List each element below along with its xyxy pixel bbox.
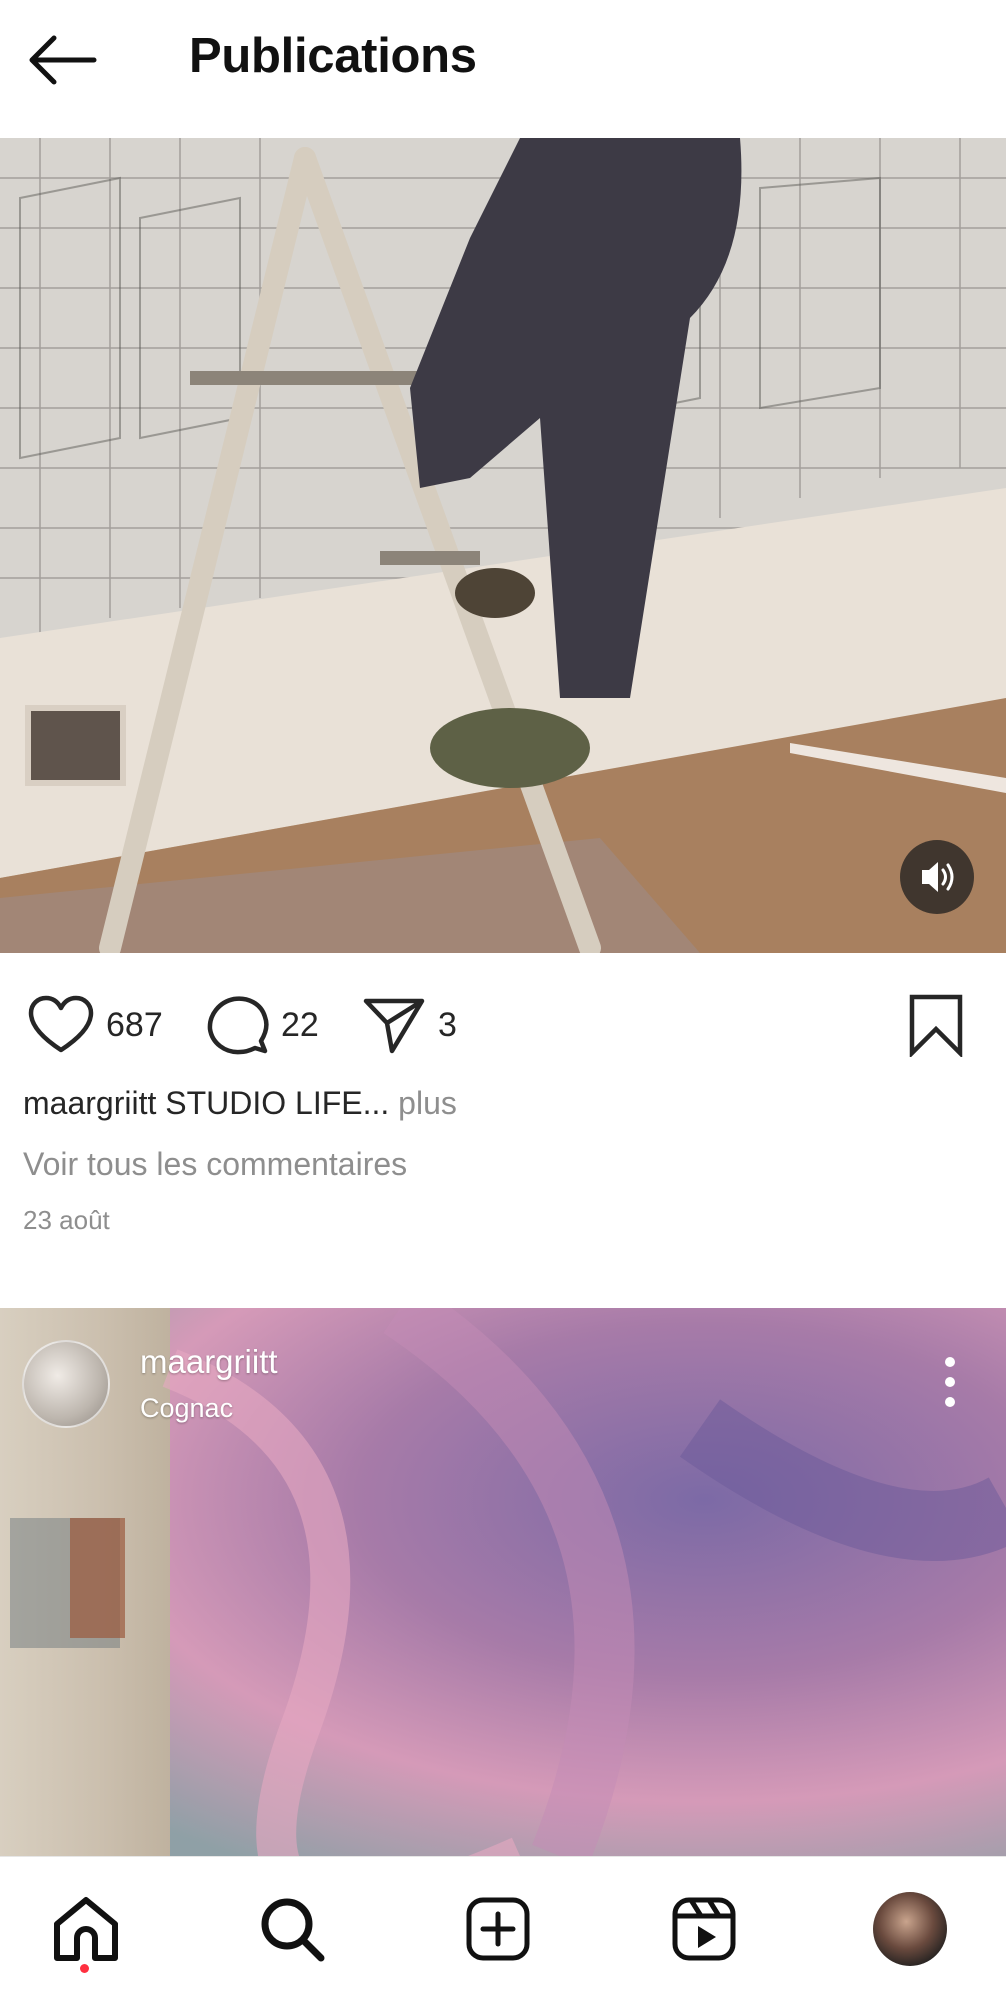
home-icon — [54, 1897, 118, 1961]
nav-search[interactable] — [252, 1889, 332, 1969]
paper-plane-icon — [363, 998, 425, 1054]
comment-button[interactable]: 22 — [205, 993, 319, 1057]
profile-avatar — [873, 1892, 947, 1966]
view-all-comments-link[interactable]: Voir tous les commentaires — [23, 1146, 407, 1183]
like-button[interactable]: 687 — [28, 993, 163, 1057]
comment-bubble-icon — [207, 996, 269, 1055]
caption-text: STUDIO LIFE... — [165, 1085, 390, 1121]
nav-profile[interactable] — [870, 1889, 950, 1969]
caption-username[interactable]: maargriitt — [23, 1085, 156, 1121]
post2-painting — [10, 1308, 1006, 1856]
video-frame — [0, 138, 1006, 953]
post2-more-button[interactable] — [930, 1350, 970, 1414]
post-date: 23 août — [23, 1205, 110, 1235]
nav-home[interactable] — [46, 1889, 126, 1969]
post2-media[interactable] — [0, 1308, 1006, 1856]
share-button[interactable]: 3 — [362, 993, 457, 1057]
nav-reels[interactable] — [664, 1889, 744, 1969]
caption-more-link[interactable]: plus — [398, 1085, 457, 1121]
shares-count: 3 — [438, 1005, 457, 1044]
reels-icon — [672, 1897, 736, 1961]
notification-dot — [80, 1964, 89, 1973]
post2-avatar[interactable] — [22, 1340, 110, 1428]
back-button[interactable] — [24, 30, 100, 90]
post-video[interactable] — [0, 138, 1006, 953]
page-title: Publications — [189, 29, 477, 83]
save-button[interactable] — [904, 993, 968, 1059]
search-icon — [261, 1898, 325, 1962]
plus-square-icon — [466, 1897, 530, 1961]
post-caption: maargriitt STUDIO LIFE... plus — [23, 1085, 457, 1122]
likes-count: 687 — [106, 1005, 163, 1044]
bookmark-icon — [909, 994, 963, 1059]
arrow-left-icon — [29, 35, 97, 85]
post-actions: 687 22 3 — [0, 953, 1006, 1083]
more-vertical-icon — [945, 1357, 955, 1407]
comments-count: 22 — [281, 1005, 319, 1044]
post2-location[interactable]: Cognac — [140, 1393, 233, 1424]
speaker-icon — [922, 862, 954, 892]
heart-icon — [28, 995, 94, 1053]
bottom-navigation — [0, 1856, 1006, 1995]
top-bar: Publications — [0, 0, 1006, 138]
sound-toggle-button[interactable] — [900, 840, 974, 914]
post2-username[interactable]: maargriitt — [140, 1343, 278, 1381]
nav-create[interactable] — [458, 1889, 538, 1969]
